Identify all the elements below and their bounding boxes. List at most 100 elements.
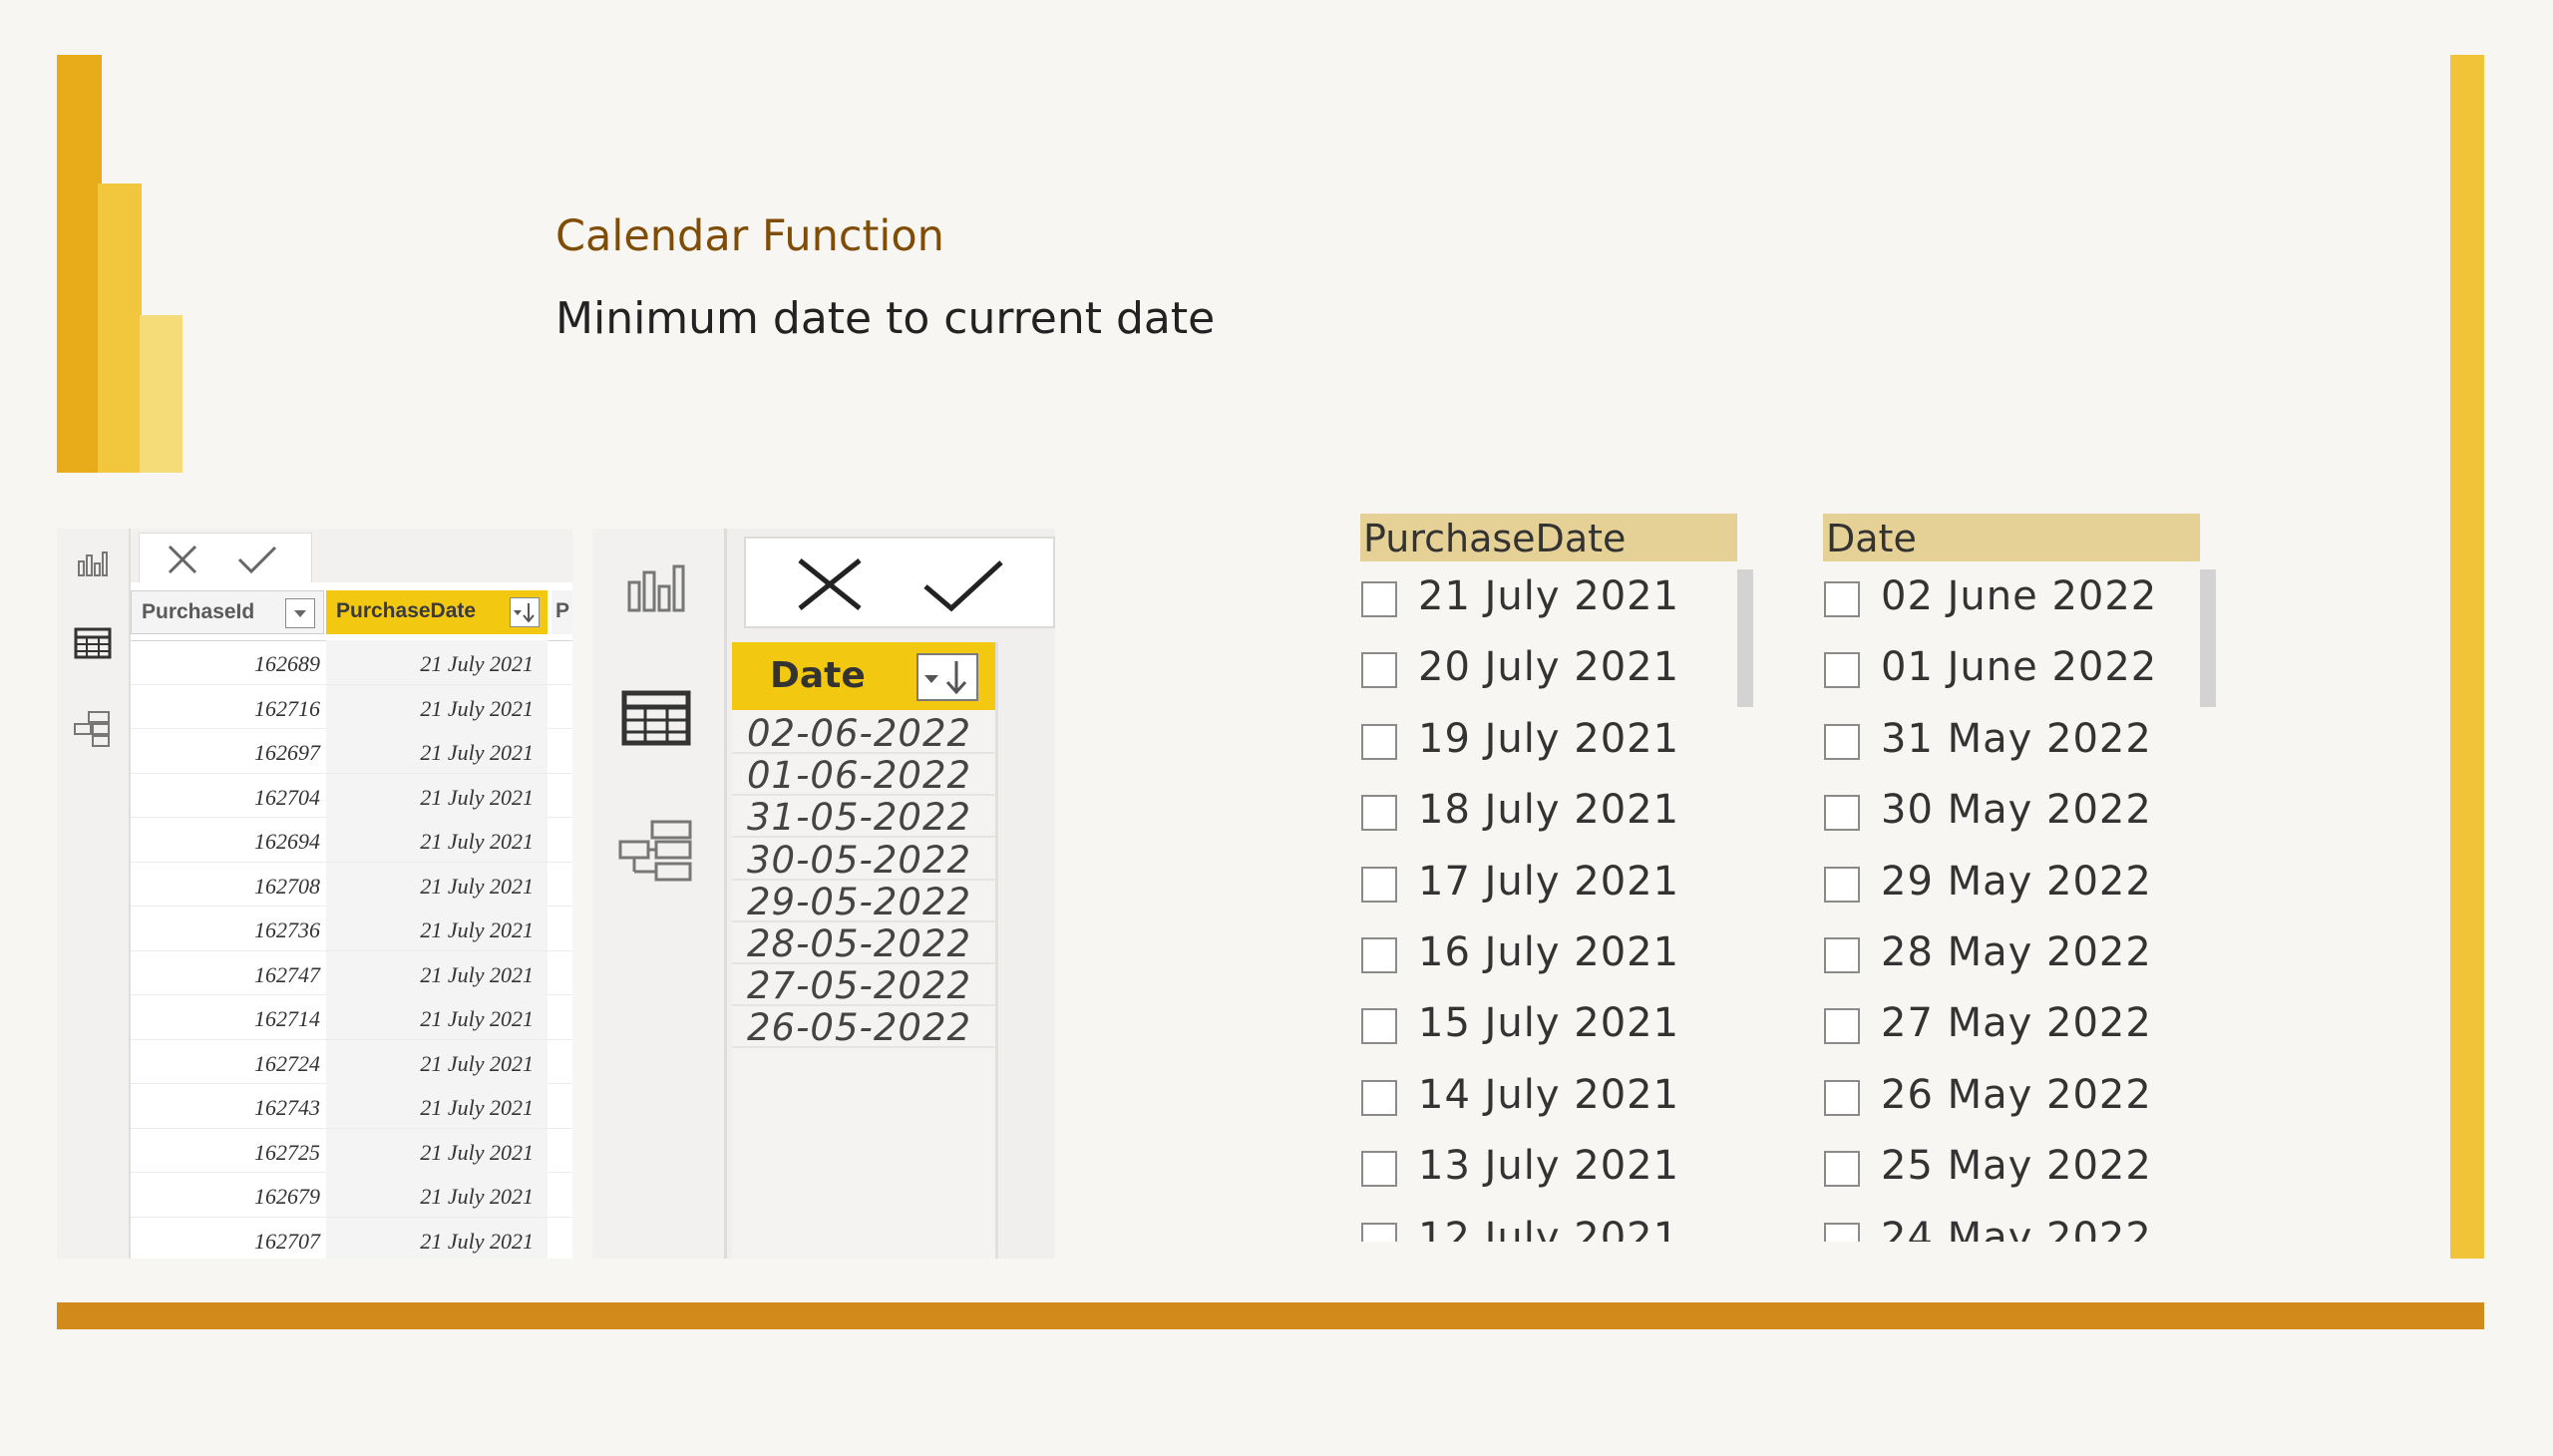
purchaseid-cell: 162697 [254,740,320,765]
checkbox[interactable] [1824,937,1860,973]
data-view-small: PurchaseId PurchaseDate P 21 July 2021 16… [57,529,572,1259]
checkbox[interactable] [1361,1079,1397,1116]
purchasedate-cell: 21 July 2021 [420,1228,534,1254]
purchasedate-cell-bg: 21 July 2021 [326,862,547,907]
slicer-item-label: 19 July 2021 [1418,715,1680,762]
checkbox[interactable] [1824,1008,1860,1045]
sort-descending-button[interactable] [916,653,978,701]
slicer-item[interactable]: 14 July 2021 [1360,1066,1739,1126]
column-header-date[interactable]: Date [732,642,995,710]
slicer-item[interactable]: 18 July 2021 [1360,781,1739,841]
slicer-item[interactable]: 21 July 2021 [1360,567,1739,627]
view-switcher-rail [592,529,727,1259]
data-view-icon[interactable] [70,620,116,666]
purchaseid-cell: 162743 [254,1095,320,1120]
slicer-item[interactable]: 01 June 2022 [1823,638,2202,698]
cancel-icon[interactable] [164,544,201,575]
slicer-item[interactable]: 27 May 2022 [1823,994,2202,1054]
sort-descending-button[interactable] [510,597,540,627]
slicer-item[interactable]: 24 May 2022 [1823,1209,2202,1242]
slicer-item[interactable]: 16 July 2021 [1360,923,1739,983]
checkbox[interactable] [1824,652,1860,689]
date-row: 02-06-2022 [732,710,995,755]
checkbox[interactable] [1824,1222,1860,1242]
checkbox[interactable] [1361,1151,1397,1188]
purchasedate-cell-bg: 21 July 2021 [326,818,547,862]
checkbox[interactable] [1824,1151,1860,1188]
slicer-item[interactable]: 20 July 2021 [1360,638,1739,698]
date-cell: 26-05-2022 [747,1006,972,1050]
date-cell: 28-05-2022 [747,922,972,965]
purchaseid-cell: 162736 [254,917,320,942]
checkbox[interactable] [1361,1222,1397,1242]
checkbox[interactable] [1361,1008,1397,1045]
slicer-item[interactable]: 17 July 2021 [1360,853,1739,912]
purchasedate-cell-bg: 21 July 2021 [326,1173,547,1217]
purchasedate-cell: 21 July 2021 [420,651,534,676]
slicer-item[interactable]: 25 May 2022 [1823,1137,2202,1197]
date-row: 29-05-2022 [732,879,995,923]
slicer-item[interactable]: 15 July 2021 [1360,994,1739,1054]
slicer-item-label: 21 July 2021 [1418,573,1680,619]
formula-bar-buttons [139,533,312,583]
slicer-item-label: 25 May 2022 [1881,1143,2152,1190]
report-view-icon[interactable] [606,548,706,628]
commit-icon[interactable] [235,544,279,575]
checkbox[interactable] [1824,1079,1860,1116]
slicer-header: PurchaseDate [1360,514,1737,561]
date-cell: 30-05-2022 [747,838,972,882]
checkbox[interactable] [1361,866,1397,903]
checkbox[interactable] [1361,723,1397,760]
purchaseid-cell: 162725 [254,1139,320,1165]
column-header-next[interactable]: P [551,590,572,634]
table-row: 21 July 2021 162736 [131,907,572,951]
checkbox[interactable] [1824,795,1860,832]
date-row: 30-05-2022 [732,837,995,882]
purchasedate-cell-bg: 21 July 2021 [326,640,547,684]
slicer-scrollbar[interactable] [1737,569,1753,707]
table-row: 21 July 2021 162716 [131,684,572,729]
slicer-item[interactable]: 02 June 2022 [1823,567,2202,627]
model-view-icon[interactable] [606,811,706,891]
table-row: 21 July 2021 162689 [131,640,572,685]
checkbox[interactable] [1824,866,1860,903]
slicer-item[interactable]: 31 May 2022 [1823,710,2202,770]
checkbox[interactable] [1361,795,1397,832]
right-accent-bar [2450,55,2484,1259]
checkbox[interactable] [1824,581,1860,617]
slicer-item[interactable]: 29 May 2022 [1823,853,2202,912]
slide-subtitle: Minimum date to current date [555,293,1216,344]
purchaseid-cell: 162704 [254,784,320,810]
slicer-item[interactable]: 12 July 2021 [1360,1209,1739,1242]
bottom-accent-bar [57,1302,2484,1329]
slicer-item[interactable]: 28 May 2022 [1823,923,2202,983]
column-header-purchaseid[interactable]: PurchaseId [131,590,324,634]
formula-bar [131,529,572,583]
purchasedate-cell: 21 July 2021 [420,961,534,987]
slicer-header: Date [1823,514,2200,561]
checkbox[interactable] [1824,723,1860,760]
commit-icon[interactable] [921,556,1005,612]
slicer-item[interactable]: 30 May 2022 [1823,781,2202,841]
slicer-scrollbar[interactable] [2200,569,2216,707]
column-header-purchasedate[interactable]: PurchaseDate [326,590,547,634]
report-view-icon[interactable] [70,541,116,586]
filter-dropdown-button[interactable] [285,598,315,628]
checkbox[interactable] [1361,581,1397,617]
purchasedate-cell-bg: 21 July 2021 [326,1039,547,1084]
slicer-item[interactable]: 26 May 2022 [1823,1066,2202,1126]
checkbox[interactable] [1361,652,1397,689]
slicer-item[interactable]: 13 July 2021 [1360,1137,1739,1197]
purchasedate-cell-bg: 21 July 2021 [326,684,547,729]
purchasedate-cell: 21 July 2021 [420,695,534,721]
slicer-item[interactable]: 19 July 2021 [1360,710,1739,770]
data-view-zoomed: Date 02-06-2022 01-06-2022 31-05-2022 30-05… [592,529,1055,1259]
checkbox[interactable] [1361,937,1397,973]
table-row: 21 July 2021 162747 [131,950,572,995]
purchaseid-cell: 162689 [254,651,320,676]
model-view-icon[interactable] [70,706,116,752]
slicer-title: PurchaseDate [1363,517,1627,560]
purchasedate-cell-bg: 21 July 2021 [326,1084,547,1128]
data-view-icon[interactable] [606,678,706,758]
cancel-icon[interactable] [794,556,866,612]
